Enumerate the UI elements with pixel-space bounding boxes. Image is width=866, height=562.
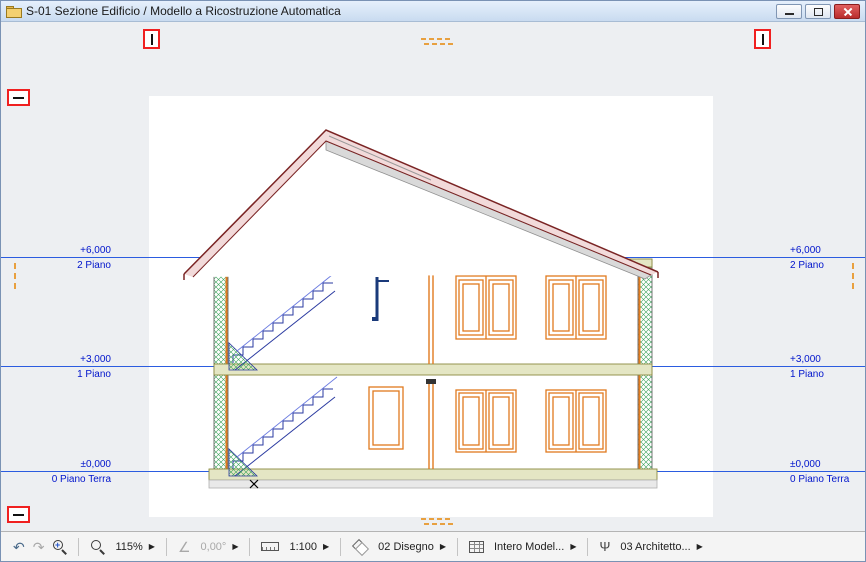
layers-icon[interactable]: [352, 540, 368, 554]
pen-set-icon[interactable]: Ψ: [599, 539, 610, 554]
building-section-drawing[interactable]: [1, 22, 865, 531]
zoom-fit-icon[interactable]: [90, 539, 105, 554]
maximize-icon: [814, 8, 823, 16]
chevron-right-icon[interactable]: ▶: [697, 542, 703, 551]
chevron-right-icon[interactable]: ▶: [149, 542, 155, 551]
model-view-icon[interactable]: [469, 541, 484, 553]
folder-icon: [6, 6, 20, 16]
redo-icon[interactable]: ↷: [33, 540, 45, 554]
bottom-toolbar: ↶ ↷ + 115% ▶ ∠ 0,00° ▶ 1:100 ▶ 02 Disegn…: [1, 531, 865, 561]
section-view-canvas[interactable]: +6,000 2 Piano +6,000 2 Piano +3,000 1 P…: [1, 22, 865, 531]
angle-icon[interactable]: ∠: [178, 540, 191, 554]
section-marker-top[interactable]: [421, 38, 453, 48]
chevron-right-icon[interactable]: ▶: [570, 542, 576, 551]
undo-icon[interactable]: ↶: [13, 540, 25, 554]
ruler-icon[interactable]: [261, 542, 279, 551]
section-handle-top-right[interactable]: [754, 29, 771, 49]
pen-set-value[interactable]: 03 Architetto...: [620, 541, 690, 553]
title-bar[interactable]: S-01 Sezione Edificio / Modello a Ricost…: [1, 1, 865, 22]
chevron-right-icon[interactable]: ▶: [232, 542, 238, 551]
chevron-right-icon[interactable]: ▶: [323, 542, 329, 551]
minimize-icon: [785, 13, 794, 15]
section-handle-left-lower[interactable]: [7, 506, 30, 523]
minimize-button[interactable]: [776, 4, 802, 19]
window-title: S-01 Sezione Edificio / Modello a Ricost…: [26, 4, 341, 18]
section-marker-right[interactable]: [852, 263, 854, 289]
section-handle-left-upper[interactable]: [7, 89, 30, 106]
model-view-setting[interactable]: Intero Model...: [494, 541, 564, 553]
section-marker-bottom[interactable]: [421, 518, 453, 528]
rotation-value[interactable]: 0,00°: [201, 541, 227, 553]
section-marker-left[interactable]: [14, 263, 16, 289]
app-window: S-01 Sezione Edificio / Modello a Ricost…: [0, 0, 866, 562]
chevron-right-icon[interactable]: ▶: [440, 542, 446, 551]
zoom-percent[interactable]: 115%: [115, 541, 142, 553]
layer-combination[interactable]: 02 Disegno: [378, 541, 434, 553]
scale-value[interactable]: 1:100: [289, 541, 317, 553]
section-handle-top-left[interactable]: [143, 29, 160, 49]
close-button[interactable]: [834, 4, 860, 19]
maximize-button[interactable]: [805, 4, 831, 19]
zoom-in-icon[interactable]: +: [52, 539, 67, 554]
